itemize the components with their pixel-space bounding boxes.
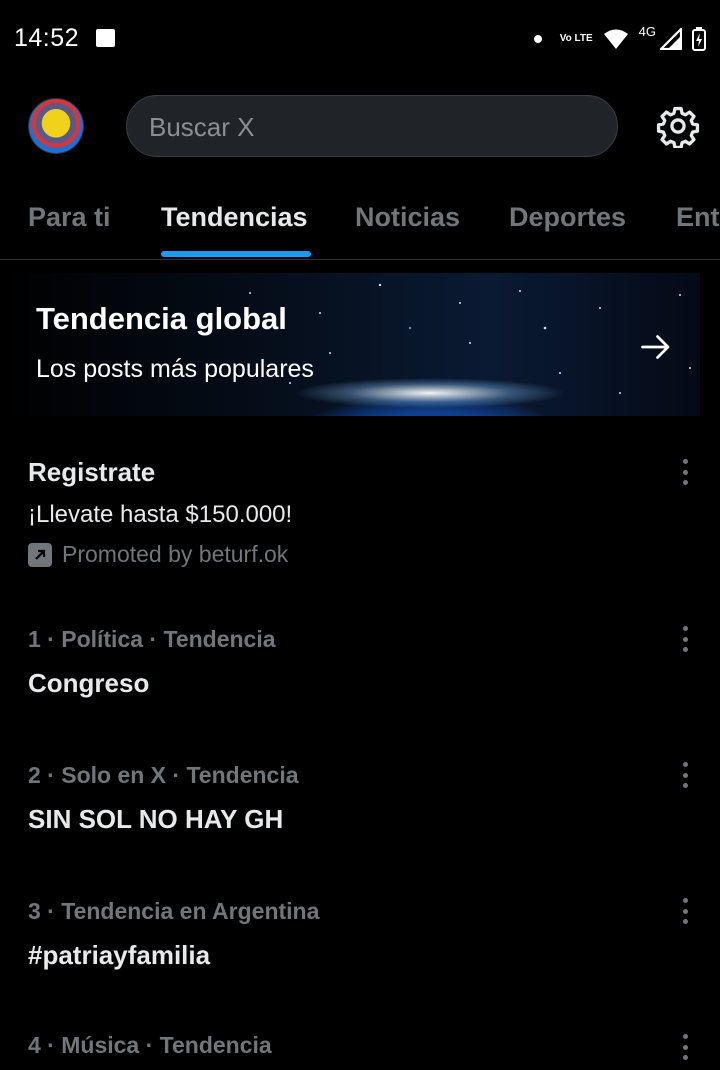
volte-indicator: Vo LTE [559,33,593,44]
notification-icon [96,29,115,47]
trend-meta: 2 · Solo en X · Tendencia [28,762,299,788]
banner-subtitle: Los posts más populares [36,355,314,383]
more-options-icon[interactable] [674,760,696,790]
notification-dot-icon [533,35,542,43]
global-trend-banner[interactable]: Tendencia global Los posts más populares [0,273,700,416]
cell-signal-icon [660,28,682,50]
status-icons: Vo LTE 4G [533,23,706,52]
settings-gear-icon[interactable] [656,104,700,148]
explore-tabs: Para ti Tendencias Noticias Deportes Ent [0,178,720,260]
promoted-subtitle: ¡Llevate hasta $150.000! [28,501,293,528]
more-options-icon[interactable] [674,624,696,654]
tab-noticias[interactable]: Noticias [355,202,460,233]
trend-name: SIN SOL NO HAY GH [28,804,284,834]
tab-para-ti[interactable]: Para ti [28,202,111,233]
promoted-icon [28,542,52,567]
status-time: 14:52 [14,24,80,52]
trend-item[interactable]: 1 · Política · Tendencia Congreso [0,624,720,714]
trend-item[interactable]: 2 · Solo en X · Tendencia SIN SOL NO HAY… [0,760,720,850]
stars-decoration [249,283,691,394]
active-tab-indicator [161,251,311,257]
promoted-title: Registrate [28,457,156,487]
trend-meta: 1 · Política · Tendencia [28,626,276,652]
trend-item[interactable]: 4 · Música · Tendencia [0,1030,720,1070]
promoted-by-row: Promoted by beturf.ok [28,541,288,568]
profile-avatar[interactable] [28,98,84,154]
status-bar: 14:52 Vo LTE 4G [0,0,720,76]
tab-deportes[interactable]: Deportes [509,202,626,233]
more-options-icon[interactable] [674,457,696,487]
trend-meta: 3 · Tendencia en Argentina [28,898,320,924]
banner-title: Tendencia global [36,301,287,336]
trend-meta: 4 · Música · Tendencia [28,1032,272,1058]
search-input[interactable] [147,96,591,158]
more-options-icon[interactable] [674,1032,696,1062]
network-type-label: 4G [638,23,656,39]
battery-charging-icon [692,27,706,51]
more-options-icon[interactable] [674,896,696,926]
trend-name: Congreso [28,668,150,698]
tab-tendencias[interactable]: Tendencias [161,202,308,233]
arrow-right-icon[interactable] [638,329,674,365]
tab-entretenimiento[interactable]: Ent [676,202,720,233]
promoted-trend[interactable]: Registrate ¡Llevate hasta $150.000! Prom… [0,457,720,577]
trend-item[interactable]: 3 · Tendencia en Argentina #patriayfamil… [0,896,720,986]
promoted-by-label: Promoted by beturf.ok [62,541,289,567]
trend-name: #patriayfamilia [28,940,211,970]
wifi-icon [603,29,628,49]
top-header [0,92,720,162]
search-box[interactable] [126,95,618,158]
